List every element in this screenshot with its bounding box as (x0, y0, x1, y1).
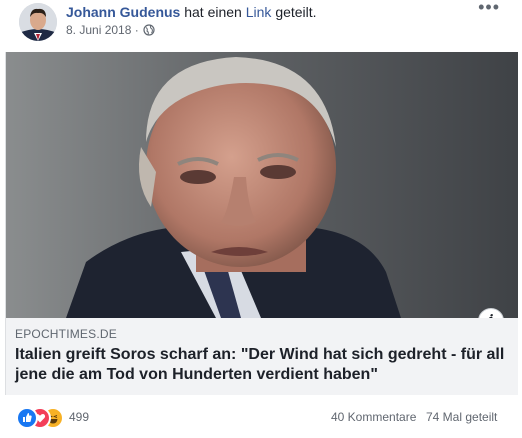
action-suffix: geteilt. (275, 4, 317, 20)
post-footer: 499 40 Kommentare 74 Mal geteilt (0, 395, 522, 438)
link-preview-card[interactable]: i EPOCHTIMES.DE Italien greift Soros sch… (5, 52, 518, 395)
meta-separator: · (134, 23, 139, 37)
link-domain: EPOCHTIMES.DE (15, 327, 117, 341)
shares-count[interactable]: 74 Mal geteilt (426, 410, 497, 424)
post-author-line: Johann Gudenus hat einen Link geteilt. (66, 4, 317, 20)
globe-icon (143, 24, 155, 39)
post-header: Johann Gudenus hat einen Link geteilt. 8… (0, 0, 522, 52)
like-icon[interactable] (16, 407, 38, 429)
post-meta: 8. Juni 2018 · (66, 23, 155, 39)
link-headline[interactable]: Italien greift Soros scharf an: "Der Win… (15, 345, 509, 385)
link-preview-image[interactable] (6, 52, 518, 318)
action-prefix: hat einen (184, 4, 242, 20)
link-caption[interactable]: EPOCHTIMES.DE Italien greift Soros schar… (6, 318, 518, 395)
post-date[interactable]: 8. Juni 2018 (66, 23, 131, 37)
more-options-icon[interactable]: ••• (478, 0, 500, 16)
author-avatar[interactable] (19, 3, 57, 41)
reactions-count[interactable]: 499 (69, 410, 89, 424)
comments-count[interactable]: 40 Kommentare (331, 410, 416, 424)
shared-link-word[interactable]: Link (246, 4, 272, 20)
feed-post: Johann Gudenus hat einen Link geteilt. 8… (0, 0, 522, 438)
author-name-link[interactable]: Johann Gudenus (66, 4, 180, 20)
